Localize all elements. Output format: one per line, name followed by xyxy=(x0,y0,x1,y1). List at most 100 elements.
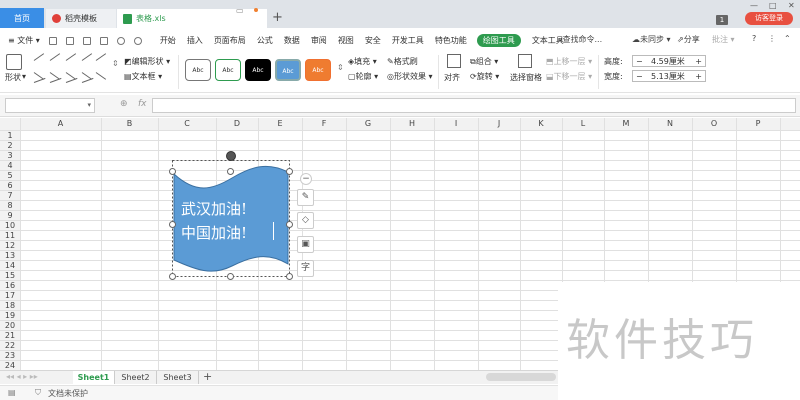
column-header-g[interactable]: G xyxy=(346,118,390,130)
line-shape-icon[interactable] xyxy=(49,77,62,83)
column-header-m[interactable]: M xyxy=(604,118,648,130)
plus-icon[interactable]: + xyxy=(695,56,702,67)
column-header-p[interactable]: P xyxy=(736,118,780,130)
line-shape-icon[interactable] xyxy=(65,53,77,61)
style-preset-5[interactable]: Abc xyxy=(305,59,331,81)
monitor-icon[interactable]: ▭ xyxy=(236,6,244,15)
line-shape-icon[interactable] xyxy=(81,53,93,61)
save-icon[interactable] xyxy=(48,36,57,45)
shape-effects-button[interactable]: ◎形状效果 ▾ xyxy=(387,71,433,82)
preview-icon[interactable] xyxy=(99,36,108,45)
row-header-13[interactable]: 13 xyxy=(0,251,20,261)
column-header-n[interactable]: N xyxy=(648,118,692,130)
add-sheet-button[interactable]: + xyxy=(203,370,212,383)
text-box-button[interactable]: ▤文本框 ▾ xyxy=(124,71,162,82)
row-header-9[interactable]: 9 xyxy=(0,211,20,221)
row-header-7[interactable]: 7 xyxy=(0,191,20,201)
style-preset-1[interactable]: Abc xyxy=(185,59,211,81)
format-brush-button[interactable]: ✎格式刷 xyxy=(387,56,418,67)
name-box[interactable]: ▾ xyxy=(5,98,95,113)
shape-text-line-2[interactable]: 中国加油! xyxy=(181,222,247,243)
shape-text-line-1[interactable]: 武汉加油! xyxy=(181,198,247,219)
height-value[interactable]: 4.59厘米 xyxy=(651,56,685,67)
horizontal-scrollbar[interactable] xyxy=(486,373,556,381)
menu-formula[interactable]: 公式 xyxy=(257,35,273,46)
more-icon[interactable]: ⋮ xyxy=(768,34,776,43)
resize-handle[interactable] xyxy=(227,273,234,280)
gallery-more-icon[interactable]: ⇕ xyxy=(112,59,119,68)
style-preset-3[interactable]: Abc xyxy=(245,59,271,81)
collapse-toolbar-icon[interactable]: − xyxy=(300,173,312,185)
menu-page-layout[interactable]: 页面布局 xyxy=(214,35,246,46)
line-shape-icon[interactable] xyxy=(33,77,46,83)
print-icon[interactable] xyxy=(82,36,91,45)
style-preset-2[interactable]: Abc xyxy=(215,59,241,81)
sheet-nav-icons[interactable]: ◂◂ ◂ ▸ ▸▸ xyxy=(6,372,38,381)
row-header-3[interactable]: 3 xyxy=(0,151,20,161)
row-header-10[interactable]: 10 xyxy=(0,221,20,231)
line-shape-icon[interactable] xyxy=(49,53,61,61)
column-header-d[interactable]: D xyxy=(216,118,258,130)
menu-drawing-tools[interactable]: 绘图工具 xyxy=(476,34,521,47)
login-button[interactable]: 访客登录 xyxy=(745,12,793,25)
macro-icon[interactable]: ▤ xyxy=(8,388,16,397)
window-count-badge[interactable]: 1 xyxy=(716,15,728,25)
column-header-o[interactable]: O xyxy=(692,118,736,130)
bring-forward-button[interactable]: ⬒上移一层 ▾ xyxy=(546,56,592,67)
row-header-6[interactable]: 6 xyxy=(0,181,20,191)
row-header-23[interactable]: 23 xyxy=(0,351,20,361)
undo-icon[interactable] xyxy=(116,36,125,45)
add-tab-button[interactable]: + xyxy=(272,11,283,24)
resize-handle[interactable] xyxy=(169,273,176,280)
row-header-16[interactable]: 16 xyxy=(0,281,20,291)
line-shape-icon[interactable] xyxy=(81,77,94,83)
outline-button[interactable]: ▢轮廓 ▾ xyxy=(348,71,378,82)
column-header-k[interactable]: K xyxy=(520,118,562,130)
send-backward-button[interactable]: ⬓下移一层 ▾ xyxy=(546,71,592,82)
align-button[interactable]: 对齐 xyxy=(444,72,460,83)
menu-view[interactable]: 视图 xyxy=(338,35,354,46)
edit-shape-button[interactable]: ◩编辑形状 ▾ xyxy=(124,56,170,67)
redo-icon[interactable] xyxy=(133,36,142,45)
maximize-icon[interactable]: □ xyxy=(769,1,777,10)
sheet-tab-3[interactable]: Sheet3 xyxy=(157,371,199,384)
selection-pane-button[interactable]: 选择窗格 xyxy=(510,72,542,83)
pen-icon[interactable]: ✎ xyxy=(297,189,314,206)
column-header-h[interactable]: H xyxy=(390,118,434,130)
row-header-21[interactable]: 21 xyxy=(0,331,20,341)
resize-handle[interactable] xyxy=(286,273,293,280)
row-header-14[interactable]: 14 xyxy=(0,261,20,271)
menu-developer[interactable]: 开发工具 xyxy=(392,35,424,46)
line-shape-icon[interactable] xyxy=(95,53,107,61)
resize-handle[interactable] xyxy=(286,221,293,228)
menu-features[interactable]: 特色功能 xyxy=(435,35,467,46)
menu-security[interactable]: 安全 xyxy=(365,35,381,46)
row-header-4[interactable]: 4 xyxy=(0,161,20,171)
ribbon-shape[interactable]: 武汉加油! 中国加油! xyxy=(172,160,292,277)
minimize-icon[interactable]: — xyxy=(750,1,758,10)
row-header-20[interactable]: 20 xyxy=(0,321,20,331)
file-menu[interactable]: ≡ 文件 ▾ xyxy=(8,35,40,46)
resize-handle[interactable] xyxy=(169,168,176,175)
outline-icon[interactable]: ▣ xyxy=(297,236,314,253)
text-style-icon[interactable]: 字 xyxy=(297,260,314,277)
width-stepper[interactable]: − 5.13厘米 + xyxy=(632,70,706,82)
sheet-tab-2[interactable]: Sheet2 xyxy=(115,371,157,384)
menu-home[interactable]: 开始 xyxy=(160,35,176,46)
column-header-c[interactable]: C xyxy=(158,118,216,130)
row-header-17[interactable]: 17 xyxy=(0,291,20,301)
line-shape-icon[interactable] xyxy=(33,53,45,61)
sheet-tab-1[interactable]: Sheet1 xyxy=(73,371,115,384)
rotate-handle[interactable] xyxy=(226,151,236,161)
style-preset-4[interactable]: Abc xyxy=(275,59,301,81)
shape-icon[interactable] xyxy=(6,54,22,70)
row-header-22[interactable]: 22 xyxy=(0,341,20,351)
column-header-f[interactable]: F xyxy=(302,118,346,130)
row-header-24[interactable]: 24 xyxy=(0,361,20,370)
row-header-15[interactable]: 15 xyxy=(0,271,20,281)
rotate-button[interactable]: ⟳旋转 ▾ xyxy=(470,71,499,82)
export-icon[interactable] xyxy=(65,36,74,45)
column-header-i[interactable]: I xyxy=(434,118,478,130)
sync-status[interactable]: ☁未同步 ▾ xyxy=(632,34,671,45)
line-shape-gallery[interactable] xyxy=(30,53,110,88)
